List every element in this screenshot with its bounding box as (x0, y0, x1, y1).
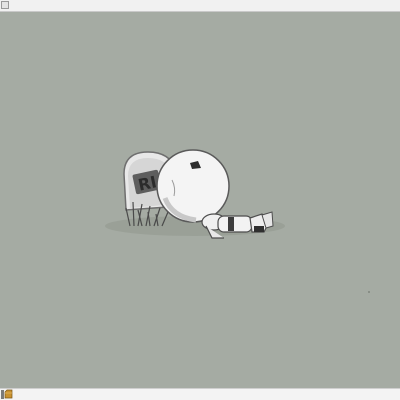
start-button[interactable] (0, 389, 14, 400)
tombstone-label: RI (136, 172, 158, 194)
wallpaper-image: RI (105, 149, 370, 293)
desktop-window: RI (0, 0, 400, 400)
folder-icon (1, 389, 13, 399)
robot-head-graphic (156, 149, 230, 223)
speck-mark (368, 291, 370, 293)
taskbar (0, 388, 400, 400)
window-menu-icon[interactable] (1, 1, 9, 9)
desktop-area: RI (0, 12, 400, 388)
title-bar (0, 0, 400, 12)
